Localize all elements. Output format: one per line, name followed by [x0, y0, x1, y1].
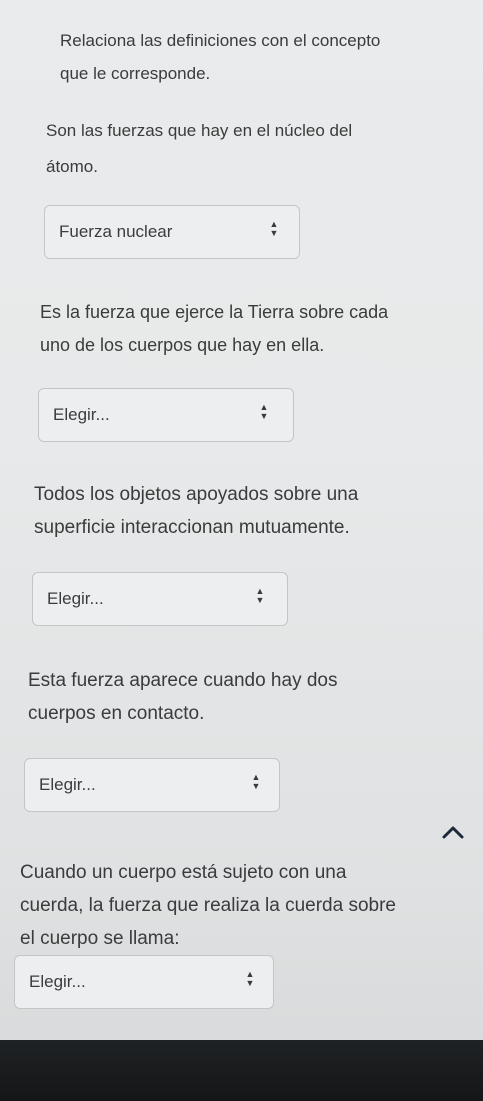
up-down-arrows-icon: ▲ ▼: [245, 969, 255, 988]
question-5-text: Cuando un cuerpo está sujeto con una cuer…: [20, 862, 397, 949]
select-value: Elegir...: [39, 775, 96, 794]
up-down-arrows-icon: ▲ ▼: [255, 586, 265, 605]
select-value: Elegir...: [53, 405, 110, 424]
up-down-arrows-icon: ▲ ▼: [269, 219, 279, 238]
up-down-arrows-icon: ▲ ▼: [259, 402, 269, 421]
up-down-arrows-icon: ▲ ▼: [251, 772, 261, 791]
answer-select-2[interactable]: Elegir... ▲ ▼: [38, 388, 294, 442]
question-3-text: Todos los objetos apoyados sobre una supe…: [34, 484, 359, 538]
device-bezel: [0, 1040, 483, 1101]
chevron-up-icon[interactable]: [440, 822, 466, 842]
answer-select-1[interactable]: Fuerza nuclear ▲ ▼: [44, 205, 300, 259]
instructions-text: Relaciona las definiciones con el concep…: [60, 31, 381, 83]
answer-select-4[interactable]: Elegir... ▲ ▼: [24, 758, 280, 812]
question-4-text: Esta fuerza aparece cuando hay dos cuerpo…: [28, 670, 338, 724]
answer-select-3[interactable]: Elegir... ▲ ▼: [32, 572, 288, 626]
select-value: Fuerza nuclear: [59, 222, 173, 241]
select-value: Elegir...: [47, 589, 104, 608]
question-1-text: Son las fuerzas que hay en el núcleo del…: [46, 121, 353, 176]
question-2-text: Es la fuerza que ejerce la Tierra sobre …: [40, 302, 389, 355]
answer-select-5[interactable]: Elegir... ▲ ▼: [14, 955, 274, 1009]
select-value: Elegir...: [29, 972, 86, 991]
